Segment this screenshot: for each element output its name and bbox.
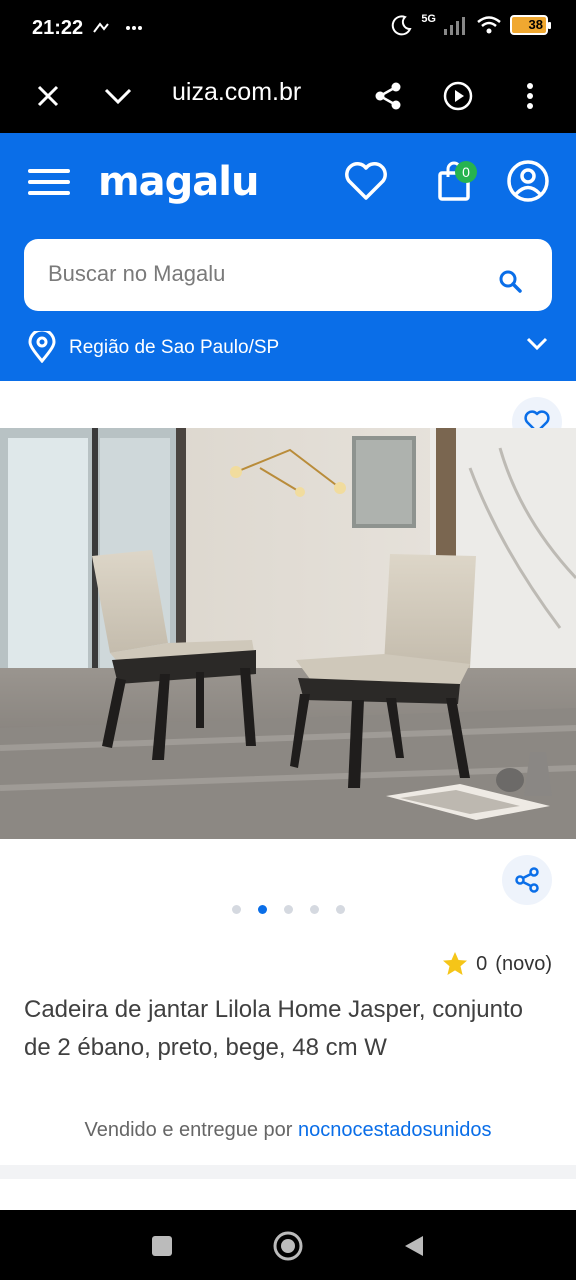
wifi-icon (477, 16, 501, 34)
product-title: Cadeira de jantar Lilola Home Jasper, co… (24, 996, 523, 1061)
menu-icon[interactable] (28, 167, 72, 199)
close-icon[interactable] (26, 74, 70, 118)
cart-badge: 0 (455, 161, 477, 183)
chevron-down-icon[interactable] (526, 337, 548, 356)
battery-icon: 38 (510, 15, 551, 35)
search-input[interactable] (48, 261, 468, 287)
browser-toolbar: uiza.com.br (0, 60, 576, 133)
site-header: magalu 0 Região de Sao Paulo/SP (0, 133, 576, 381)
rating-value: 0 (476, 952, 488, 975)
product-rating[interactable]: 0 (novo) (442, 951, 552, 977)
carousel-dot[interactable] (335, 905, 345, 914)
signal-icon (444, 17, 465, 35)
carousel-dot[interactable] (283, 905, 293, 914)
search-icon[interactable] (498, 269, 522, 298)
missed-call-icon (93, 22, 142, 33)
notification-icons (92, 18, 144, 44)
share-button[interactable] (502, 855, 552, 905)
chevron-down-icon[interactable] (96, 74, 140, 118)
region-selector[interactable]: Região de Sao Paulo/SP (28, 328, 548, 368)
status-bar: 21:22 5G 38 (0, 0, 576, 60)
play-icon[interactable] (436, 74, 480, 118)
carousel-dot[interactable] (309, 905, 319, 914)
share-icon (515, 867, 539, 893)
url-text[interactable]: uiza.com.br (172, 78, 301, 107)
rating-note: (novo) (495, 952, 552, 975)
bag-icon[interactable]: 0 (430, 157, 478, 205)
moon-icon (392, 15, 412, 36)
status-indicators: 5G 38 (391, 13, 551, 36)
carousel-dot[interactable] (231, 905, 241, 914)
recents-icon[interactable] (142, 1226, 182, 1266)
star-icon (443, 952, 468, 975)
carousel-dots (0, 905, 576, 914)
back-icon[interactable] (394, 1226, 434, 1266)
share-icon[interactable] (366, 74, 410, 118)
carousel-dot-active[interactable] (257, 905, 267, 914)
network-type: 5G (421, 13, 436, 25)
user-icon[interactable] (504, 157, 552, 205)
seller-info: Vendido e entregue por nocnocestadosunid… (0, 1119, 576, 1142)
seller-prefix: Vendido e entregue por (84, 1119, 293, 1141)
magalu-logo[interactable]: magalu (98, 159, 259, 205)
more-icon[interactable] (508, 74, 552, 118)
home-icon[interactable] (268, 1226, 308, 1266)
heart-icon[interactable] (342, 157, 390, 205)
location-pin-icon (28, 328, 56, 368)
system-nav-bar (0, 1210, 576, 1280)
product-image[interactable] (0, 428, 576, 839)
search-box[interactable] (24, 239, 552, 311)
status-time: 21:22 (32, 17, 84, 39)
section-divider (0, 1165, 576, 1179)
seller-link[interactable]: nocnocestadosunidos (298, 1119, 491, 1141)
product-content: 0 (novo) Cadeira de jantar Lilola Home J… (0, 381, 576, 1210)
region-label: Região de Sao Paulo/SP (69, 337, 280, 358)
